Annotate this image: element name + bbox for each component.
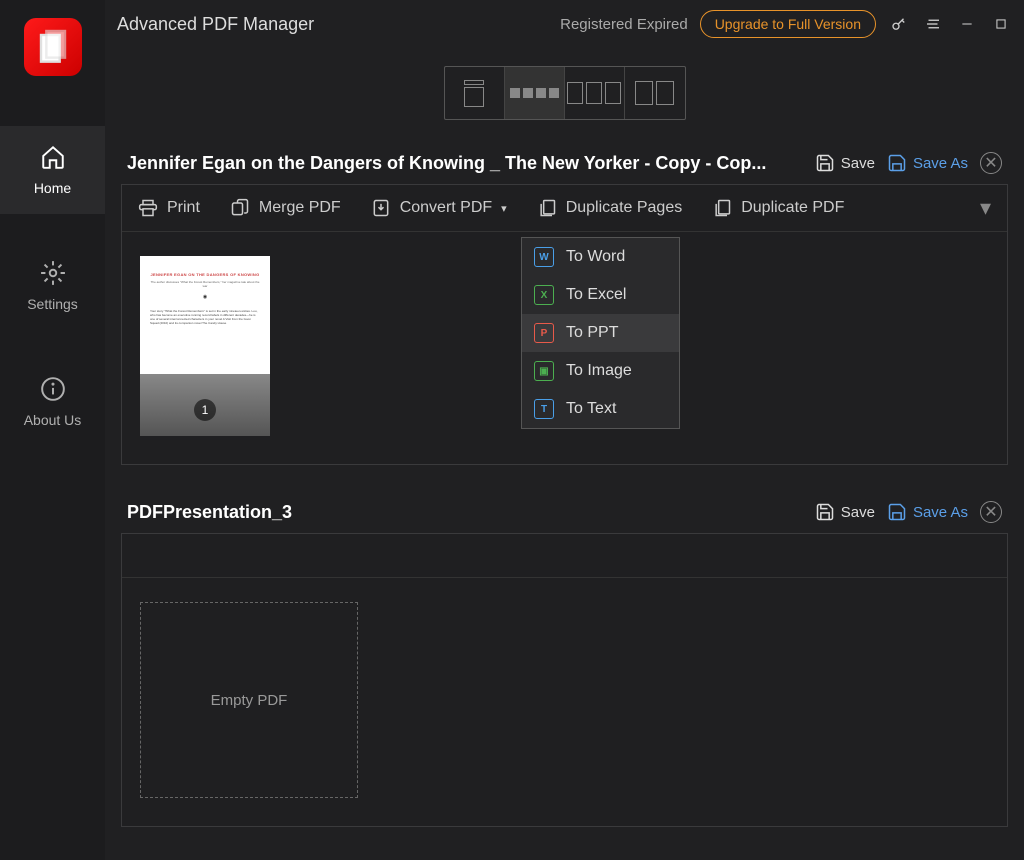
convert-to-ppt[interactable]: PTo PPT (522, 314, 679, 352)
document-panel: Print Merge PDF Convert PDF ▾ Duplicate … (121, 184, 1008, 465)
document-title: PDFPresentation_3 (127, 502, 803, 523)
sidebar-item-home[interactable]: Home (0, 126, 105, 214)
convert-icon (371, 198, 391, 218)
document-header: Jennifer Egan on the Dangers of Knowing … (121, 142, 1008, 184)
word-icon: W (534, 247, 554, 267)
text-icon: T (534, 399, 554, 419)
sidebar-item-settings[interactable]: Settings (0, 242, 105, 330)
duplicate-pdf-icon (712, 198, 732, 218)
save-button[interactable]: Save (815, 153, 875, 173)
sidebar-item-label: About Us (24, 412, 82, 428)
chevron-down-icon: ▾ (501, 202, 507, 215)
save-icon (815, 153, 835, 173)
titlebar: Advanced PDF Manager Registered Expired … (105, 0, 1024, 48)
app-title: Advanced PDF Manager (117, 14, 314, 35)
content-area: Jennifer Egan on the Dangers of Knowing … (105, 142, 1024, 860)
view-mode-large-thumbs[interactable] (565, 67, 625, 119)
close-document-button[interactable]: ✕ (980, 501, 1002, 523)
save-as-button[interactable]: Save As (887, 153, 968, 173)
convert-to-text[interactable]: TTo Text (522, 390, 679, 428)
save-as-icon (887, 502, 907, 522)
document-toolbar (122, 534, 1007, 578)
sidebar-item-label: Home (34, 180, 71, 196)
save-as-button[interactable]: Save As (887, 502, 968, 522)
app-logo (24, 18, 82, 76)
convert-to-word[interactable]: WTo Word (522, 238, 679, 276)
save-button[interactable]: Save (815, 502, 875, 522)
empty-pdf-placeholder[interactable]: Empty PDF (140, 602, 358, 798)
document-toolbar: Print Merge PDF Convert PDF ▾ Duplicate … (122, 185, 1007, 232)
upgrade-button[interactable]: Upgrade to Full Version (700, 10, 876, 38)
sidebar: Home Settings About Us (0, 0, 105, 860)
merge-icon (230, 198, 250, 218)
duplicate-pages-icon (537, 198, 557, 218)
home-icon (40, 144, 66, 170)
ppt-icon: P (534, 323, 554, 343)
excel-icon: X (534, 285, 554, 305)
convert-to-image[interactable]: ▣To Image (522, 352, 679, 390)
view-switcher (105, 48, 1024, 142)
sidebar-item-about[interactable]: About Us (0, 358, 105, 446)
document-panel: Empty PDF (121, 533, 1008, 827)
save-as-icon (887, 153, 907, 173)
page-number-badge: 1 (194, 399, 216, 421)
gear-icon (40, 260, 66, 286)
document-header: PDFPresentation_3 Save Save As ✕ (121, 491, 1008, 533)
view-mode-small-thumbs[interactable] (505, 67, 565, 119)
duplicate-pages-button[interactable]: Duplicate Pages (537, 198, 683, 218)
sidebar-item-label: Settings (27, 296, 78, 312)
menu-icon[interactable] (922, 13, 944, 35)
duplicate-pdf-button[interactable]: Duplicate PDF (712, 198, 844, 218)
save-icon (815, 502, 835, 522)
close-document-button[interactable]: ✕ (980, 152, 1002, 174)
page-thumbnails: Empty PDF (122, 578, 1007, 826)
key-icon[interactable] (888, 13, 910, 35)
maximize-button[interactable] (990, 13, 1012, 35)
document-title: Jennifer Egan on the Dangers of Knowing … (127, 153, 803, 174)
minimize-button[interactable] (956, 13, 978, 35)
convert-to-excel[interactable]: XTo Excel (522, 276, 679, 314)
info-icon (40, 376, 66, 402)
main: Advanced PDF Manager Registered Expired … (105, 0, 1024, 860)
convert-dropdown: WTo Word XTo Excel PTo PPT ▣To Image TTo… (521, 237, 680, 429)
print-icon (138, 198, 158, 218)
view-mode-two-up[interactable] (625, 67, 685, 119)
convert-pdf-button[interactable]: Convert PDF ▾ (371, 198, 507, 218)
image-icon: ▣ (534, 361, 554, 381)
merge-pdf-button[interactable]: Merge PDF (230, 198, 341, 218)
registration-status: Registered Expired (560, 16, 688, 33)
page-thumbnail[interactable]: JENNIFER EGAN ON THE DANGERS OF KNOWING … (140, 256, 270, 436)
toolbar-overflow-button[interactable]: ▾ (980, 195, 991, 221)
view-mode-single[interactable] (445, 67, 505, 119)
print-button[interactable]: Print (138, 198, 200, 218)
